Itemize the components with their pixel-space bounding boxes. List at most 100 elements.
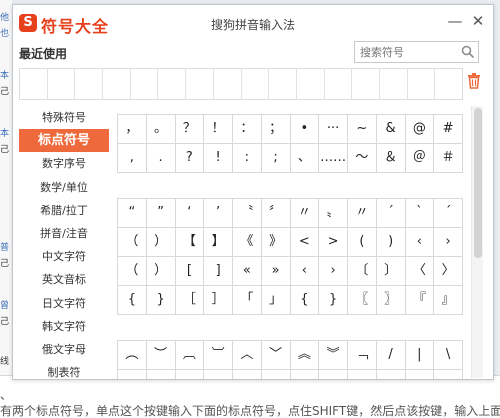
symbol-cell[interactable]: (: [348, 228, 377, 257]
recent-slot[interactable]: [242, 69, 270, 99]
symbol-cell[interactable]: ?: [175, 144, 205, 173]
symbol-cell[interactable]: >: [319, 228, 348, 257]
symbol-cell[interactable]: [291, 370, 320, 379]
symbol-cell[interactable]: ︽: [290, 341, 320, 370]
recent-slot[interactable]: [103, 69, 131, 99]
recent-slot[interactable]: [380, 69, 408, 99]
symbol-cell[interactable]: 「: [233, 286, 262, 315]
symbol-cell[interactable]: ！: [204, 115, 233, 144]
scrollbar-thumb[interactable]: [474, 108, 482, 258]
recent-slot[interactable]: [20, 69, 48, 99]
symbol-cell[interactable]: [176, 370, 205, 379]
recent-slot[interactable]: [131, 69, 159, 99]
search-icon[interactable]: [461, 45, 475, 59]
symbol-cell[interactable]: 〈: [405, 257, 435, 286]
symbol-cell[interactable]: ……: [319, 144, 348, 173]
symbol-cell[interactable]: ）: [146, 228, 176, 257]
symbol-cell[interactable]: ＆: [376, 144, 406, 173]
symbol-cell[interactable]: !: [204, 144, 233, 173]
symbol-cell[interactable]: :: [233, 144, 262, 173]
recent-slot[interactable]: [75, 69, 104, 99]
sidebar-item-special-symbols[interactable]: 特殊符号: [19, 106, 109, 129]
symbol-cell[interactable]: [233, 370, 262, 379]
symbol-cell[interactable]: }: [319, 286, 348, 315]
recent-slot[interactable]: [297, 69, 325, 99]
symbol-cell[interactable]: “: [118, 199, 147, 228]
symbol-cell[interactable]: ,: [118, 144, 147, 173]
symbol-cell[interactable]: （: [118, 257, 147, 286]
symbol-cell[interactable]: 〝: [233, 199, 262, 228]
symbol-cell[interactable]: 』: [434, 286, 463, 315]
sidebar-item-math-units[interactable]: 数学/单位: [19, 176, 109, 199]
symbol-cell[interactable]: 。: [146, 115, 176, 144]
symbol-cell[interactable]: 〕: [376, 257, 406, 286]
sidebar-item-english-phonetic[interactable]: 英文音标: [19, 268, 109, 291]
sidebar-item-russian-letters[interactable]: 俄文字母: [19, 338, 109, 361]
symbol-cell[interactable]: ］: [204, 286, 233, 315]
recent-slot[interactable]: [352, 69, 380, 99]
symbol-cell[interactable]: ；: [261, 115, 291, 144]
symbol-cell[interactable]: ”: [146, 199, 176, 228]
symbol-cell[interactable]: [: [175, 257, 205, 286]
recent-slot[interactable]: [325, 69, 353, 99]
symbol-cell[interactable]: 〔: [348, 257, 377, 286]
sidebar-item-pinyin-zhuyin[interactable]: 拼音/注音: [19, 222, 109, 245]
symbol-cell[interactable]: ›: [319, 257, 348, 286]
symbol-cell[interactable]: {: [290, 286, 320, 315]
recent-slot[interactable]: [186, 69, 214, 99]
minimize-button[interactable]: —: [445, 11, 465, 31]
symbol-cell[interactable]: ˊ: [434, 199, 463, 228]
symbol-cell[interactable]: 、: [290, 144, 320, 173]
sidebar-item-box-drawing[interactable]: 制表符: [19, 361, 109, 379]
recent-slot[interactable]: [214, 69, 242, 99]
symbol-cell[interactable]: 」: [261, 286, 291, 315]
symbol-cell[interactable]: ···: [319, 115, 348, 144]
symbol-cell[interactable]: «: [233, 257, 262, 286]
symbol-cell[interactable]: 〉: [434, 257, 463, 286]
symbol-cell[interactable]: [204, 370, 233, 379]
symbol-cell[interactable]: ;: [261, 144, 291, 173]
sidebar-item-greek-latin[interactable]: 希腊/拉丁: [19, 199, 109, 222]
symbol-cell[interactable]: [147, 370, 176, 379]
title-bar[interactable]: S 符号大全 搜狗拼音输入法 — ✕: [13, 5, 493, 41]
trash-icon[interactable]: [467, 73, 481, 89]
symbol-cell[interactable]: #: [434, 115, 463, 144]
symbol-cell[interactable]: 〟: [319, 199, 348, 228]
recent-slot[interactable]: [435, 69, 462, 99]
sidebar-item-number-ordinals[interactable]: 数字序号: [19, 152, 109, 175]
symbol-cell[interactable]: [434, 370, 463, 379]
symbol-cell[interactable]: ［: [175, 286, 205, 315]
symbol-cell[interactable]: \: [434, 341, 463, 370]
symbol-cell[interactable]: {: [118, 286, 147, 315]
symbol-cell[interactable]: ＠: [405, 144, 435, 173]
symbol-cell[interactable]: ˋ: [405, 199, 435, 228]
sidebar-item-chinese-chars[interactable]: 中文字符: [19, 245, 109, 268]
symbol-cell[interactable]: ：: [233, 115, 262, 144]
symbol-cell[interactable]: ︾: [319, 341, 348, 370]
symbol-cell[interactable]: 〖: [348, 286, 377, 315]
symbol-cell[interactable]: ﹀: [261, 341, 291, 370]
symbol-cell[interactable]: ’: [204, 199, 233, 228]
symbol-cell[interactable]: ︶: [146, 341, 176, 370]
search-box[interactable]: [354, 41, 479, 63]
symbol-cell[interactable]: [406, 370, 435, 379]
symbol-cell[interactable]: ~: [348, 115, 377, 144]
symbol-cell[interactable]: 〃: [290, 199, 320, 228]
symbol-cell[interactable]: ）: [146, 257, 176, 286]
symbol-cell[interactable]: @: [405, 115, 435, 144]
symbol-cell[interactable]: ︺: [204, 341, 233, 370]
symbol-cell[interactable]: ︹: [175, 341, 205, 370]
symbol-cell[interactable]: 〃: [348, 199, 377, 228]
sidebar-item-japanese-chars[interactable]: 日文字符: [19, 292, 109, 315]
symbol-cell[interactable]: ˊ: [376, 199, 406, 228]
symbol-cell[interactable]: .: [146, 144, 176, 173]
symbol-cell[interactable]: |: [405, 341, 435, 370]
symbol-cell[interactable]: ‹: [290, 257, 320, 286]
symbol-cell[interactable]: ～: [348, 144, 377, 173]
symbol-cell[interactable]: 》: [261, 228, 291, 257]
search-input[interactable]: [360, 44, 460, 60]
symbol-cell[interactable]: •: [290, 115, 320, 144]
sidebar-item-punctuation[interactable]: 标点符号: [19, 129, 109, 153]
recent-slot[interactable]: [48, 69, 76, 99]
symbol-cell[interactable]: ﹁: [348, 341, 377, 370]
